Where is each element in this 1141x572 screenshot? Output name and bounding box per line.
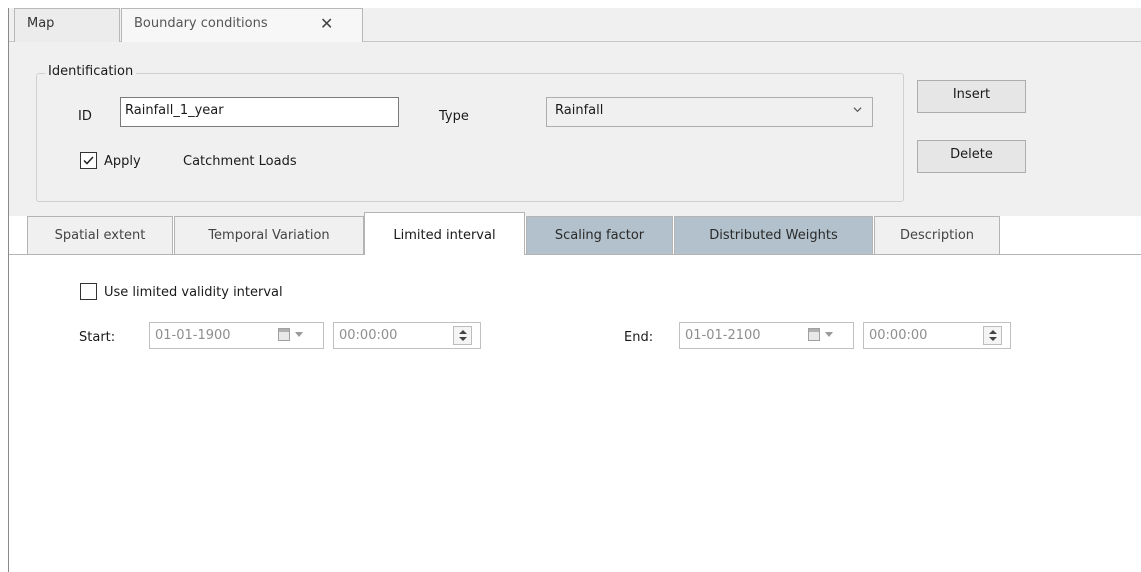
end-date-value: 01-01-2100 xyxy=(685,328,761,343)
tab-map[interactable]: Map xyxy=(14,8,120,43)
end-time-spinner[interactable] xyxy=(983,326,1002,345)
delete-button[interactable]: Delete xyxy=(917,140,1026,173)
caret-down-icon[interactable] xyxy=(825,332,833,337)
start-time-spinner[interactable] xyxy=(453,326,472,345)
subtab-baseline xyxy=(9,254,1141,255)
end-label: End: xyxy=(624,330,654,345)
identification-legend: Identification xyxy=(45,64,137,79)
spin-down-icon[interactable] xyxy=(989,337,997,341)
spin-up-icon[interactable] xyxy=(989,330,997,334)
tab-distributed-weights-label: Distributed Weights xyxy=(709,228,838,243)
start-time-input[interactable]: 00:00:00 xyxy=(333,322,481,349)
start-time-value: 00:00:00 xyxy=(339,328,398,343)
type-select-value: Rainfall xyxy=(555,103,604,118)
type-select[interactable]: Rainfall xyxy=(546,97,873,127)
start-date-picker[interactable]: 01-01-1900 xyxy=(149,322,324,349)
tab-description-label: Description xyxy=(899,228,975,243)
apply-checkbox[interactable] xyxy=(80,152,97,169)
tab-limited-interval[interactable]: Limited interval xyxy=(364,212,525,255)
checkmark-icon xyxy=(83,156,94,165)
tab-distributed-weights[interactable]: Distributed Weights xyxy=(674,216,873,254)
insert-button[interactable]: Insert xyxy=(917,80,1026,113)
id-input[interactable]: Rainfall_1_year xyxy=(120,97,399,127)
use-limited-interval-label: Use limited validity interval xyxy=(104,285,283,300)
close-icon[interactable]: ✕ xyxy=(320,14,333,33)
tab-temporal-variation[interactable]: Temporal Variation xyxy=(174,216,364,254)
chevron-down-icon xyxy=(853,107,862,113)
end-time-value: 00:00:00 xyxy=(869,328,928,343)
tab-temporal-variation-label: Temporal Variation xyxy=(208,228,330,243)
tab-boundary-conditions[interactable]: Boundary conditions ✕ xyxy=(121,8,363,44)
end-date-picker[interactable]: 01-01-2100 xyxy=(679,322,854,349)
tab-boundary-conditions-label: Boundary conditions xyxy=(134,16,268,31)
use-limited-interval-checkbox[interactable] xyxy=(80,283,97,300)
id-label: ID xyxy=(78,109,92,124)
start-label: Start: xyxy=(79,330,116,345)
tab-scaling-factor-label: Scaling factor xyxy=(554,228,645,243)
calendar-icon[interactable] xyxy=(808,328,820,341)
identification-group xyxy=(36,73,904,202)
tab-spatial-extent-label: Spatial extent xyxy=(54,228,146,243)
spin-down-icon[interactable] xyxy=(459,337,467,341)
end-time-input[interactable]: 00:00:00 xyxy=(863,322,1011,349)
tab-spatial-extent[interactable]: Spatial extent xyxy=(27,216,173,254)
spin-up-icon[interactable] xyxy=(459,330,467,334)
tab-map-label: Map xyxy=(27,16,55,31)
calendar-icon[interactable] xyxy=(278,328,290,341)
tab-scaling-factor[interactable]: Scaling factor xyxy=(526,216,673,254)
tab-description[interactable]: Description xyxy=(874,216,1000,254)
tab-limited-interval-label: Limited interval xyxy=(393,228,496,243)
catchment-loads-label: Catchment Loads xyxy=(183,154,297,169)
apply-label: Apply xyxy=(104,154,141,169)
caret-down-icon[interactable] xyxy=(295,332,303,337)
type-label: Type xyxy=(439,109,469,124)
start-date-value: 01-01-1900 xyxy=(155,328,231,343)
